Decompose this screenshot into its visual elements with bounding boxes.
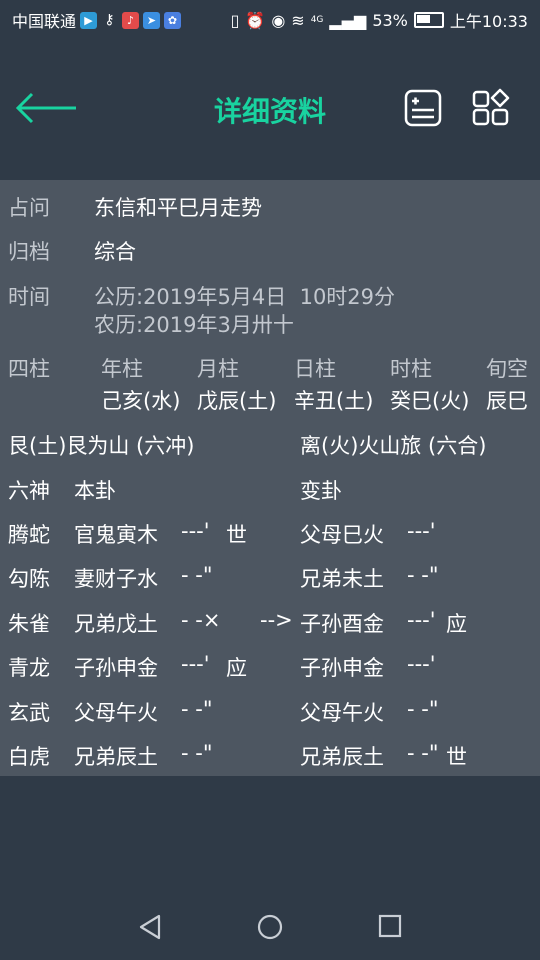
nav-home-icon[interactable]	[257, 914, 283, 940]
clock: 上午10:33	[449, 12, 528, 31]
bian-gua-name: 离(火)火山旅 (六合)	[300, 434, 487, 458]
pillar-header-year: 年柱	[101, 357, 143, 381]
pillar-month: 戊辰(土)	[197, 389, 277, 413]
yao-shen: 腾蛇	[8, 523, 50, 547]
biangua-header: 变卦	[300, 479, 342, 503]
status-bar: 中国联通 ▶ ⚷ ♪ ➤ ✿ ▯ ⏰ ◉ ≋ 4G ▂▄▆ 53% 上午10:3…	[0, 0, 540, 36]
note-add-icon	[404, 89, 442, 127]
yao-bian: 兄弟辰土	[300, 745, 384, 769]
grid-apps-icon	[472, 88, 510, 126]
yao-bian-line: - -"	[407, 741, 439, 765]
yao-shen: 玄武	[8, 701, 50, 725]
yao-ben-line: ---'	[181, 519, 210, 543]
alarm-icon: ⏰	[245, 10, 266, 30]
yao-ben: 妻财子水	[74, 567, 158, 591]
yao-bian-mark: 世	[446, 745, 467, 769]
add-note-button[interactable]	[404, 88, 444, 128]
apps-button[interactable]	[471, 88, 511, 128]
pillars-label: 四柱	[8, 357, 50, 381]
solar-date: 公历:2019年5月4日 10时29分	[94, 285, 396, 309]
app-bar: 详细资料	[0, 36, 540, 180]
yao-ben-mark: 应	[226, 656, 247, 680]
bengua-header: 本卦	[74, 479, 116, 503]
yao-ben-line: - -"	[181, 563, 213, 587]
yao-ben-line: ---'	[181, 652, 210, 676]
pillar-header-xunkong: 旬空	[486, 357, 528, 381]
yao-bian-line: ---'	[407, 608, 436, 632]
liushen-header: 六神	[8, 479, 50, 503]
yao-ben: 官鬼寅木	[74, 523, 158, 547]
yao-shen: 青龙	[8, 656, 50, 680]
key-icon: ⚷	[104, 11, 115, 28]
category-value: 综合	[94, 240, 136, 264]
yao-arrow: -->	[260, 608, 293, 632]
yao-bian: 父母巳火	[300, 523, 384, 547]
yao-bian: 父母午火	[300, 701, 384, 725]
yao-bian-mark: 应	[446, 612, 467, 636]
carrier-label: 中国联通	[12, 12, 77, 31]
lunar-date: 农历:2019年3月卅十	[94, 313, 294, 337]
paw-app-icon: ✿	[164, 11, 182, 29]
yao-ben: 兄弟戊土	[74, 612, 158, 636]
system-nav-bar	[0, 890, 540, 960]
detail-panel: 占问 东信和平巳月走势 归档 综合 时间 公历:2019年5月4日 10时29分…	[0, 180, 540, 776]
ben-gua-name: 艮(土)艮为山 (六冲)	[8, 434, 195, 458]
pillar-header-hour: 时柱	[390, 357, 432, 381]
pillar-header-month: 月柱	[197, 357, 239, 381]
question-label: 占问	[8, 196, 50, 220]
yao-bian: 子孙酉金	[300, 612, 384, 636]
yao-ben-line: - -×	[181, 608, 221, 632]
yao-ben-line: - -"	[181, 741, 213, 765]
network-type: 4G	[310, 15, 324, 25]
yao-bian-line: - -"	[407, 563, 439, 587]
yao-bian-line: ---'	[407, 519, 436, 543]
pillar-xunkong: 辰巳	[486, 389, 528, 413]
yao-ben: 父母午火	[74, 701, 158, 725]
pillar-year: 己亥(水)	[101, 389, 181, 413]
send-app-icon: ➤	[143, 11, 161, 29]
wifi-icon: ≋	[291, 10, 305, 30]
yao-shen: 白虎	[8, 745, 50, 769]
yao-shen: 朱雀	[8, 612, 50, 636]
yao-bian: 子孙申金	[300, 656, 384, 680]
pillar-day: 辛丑(土)	[294, 389, 374, 413]
yao-bian-line: ---'	[407, 652, 436, 676]
signal-icon: ▂▄▆	[329, 10, 367, 30]
page-title: 详细资料	[213, 95, 326, 128]
vibrate-icon: ▯	[230, 10, 240, 30]
battery-icon	[413, 12, 444, 28]
yao-bian: 兄弟未土	[300, 567, 384, 591]
time-label: 时间	[8, 285, 50, 309]
yao-ben: 子孙申金	[74, 656, 158, 680]
eye-icon: ◉	[271, 10, 286, 30]
nav-back-icon[interactable]	[138, 914, 162, 940]
question-value: 东信和平巳月走势	[94, 196, 262, 220]
yao-ben-line: - -"	[181, 697, 213, 721]
yao-ben-mark: 世	[226, 523, 247, 547]
nav-recents-icon[interactable]	[378, 914, 402, 938]
yao-shen: 勾陈	[8, 567, 50, 591]
battery-percent: 53%	[372, 10, 408, 30]
video-app-icon: ▶	[80, 11, 98, 29]
yao-bian-line: - -"	[407, 697, 439, 721]
category-label: 归档	[8, 240, 50, 264]
music-app-icon: ♪	[122, 11, 140, 29]
yao-ben: 兄弟辰土	[74, 745, 158, 769]
pillar-hour: 癸巳(火)	[390, 389, 470, 413]
pillar-header-day: 日柱	[294, 357, 336, 381]
